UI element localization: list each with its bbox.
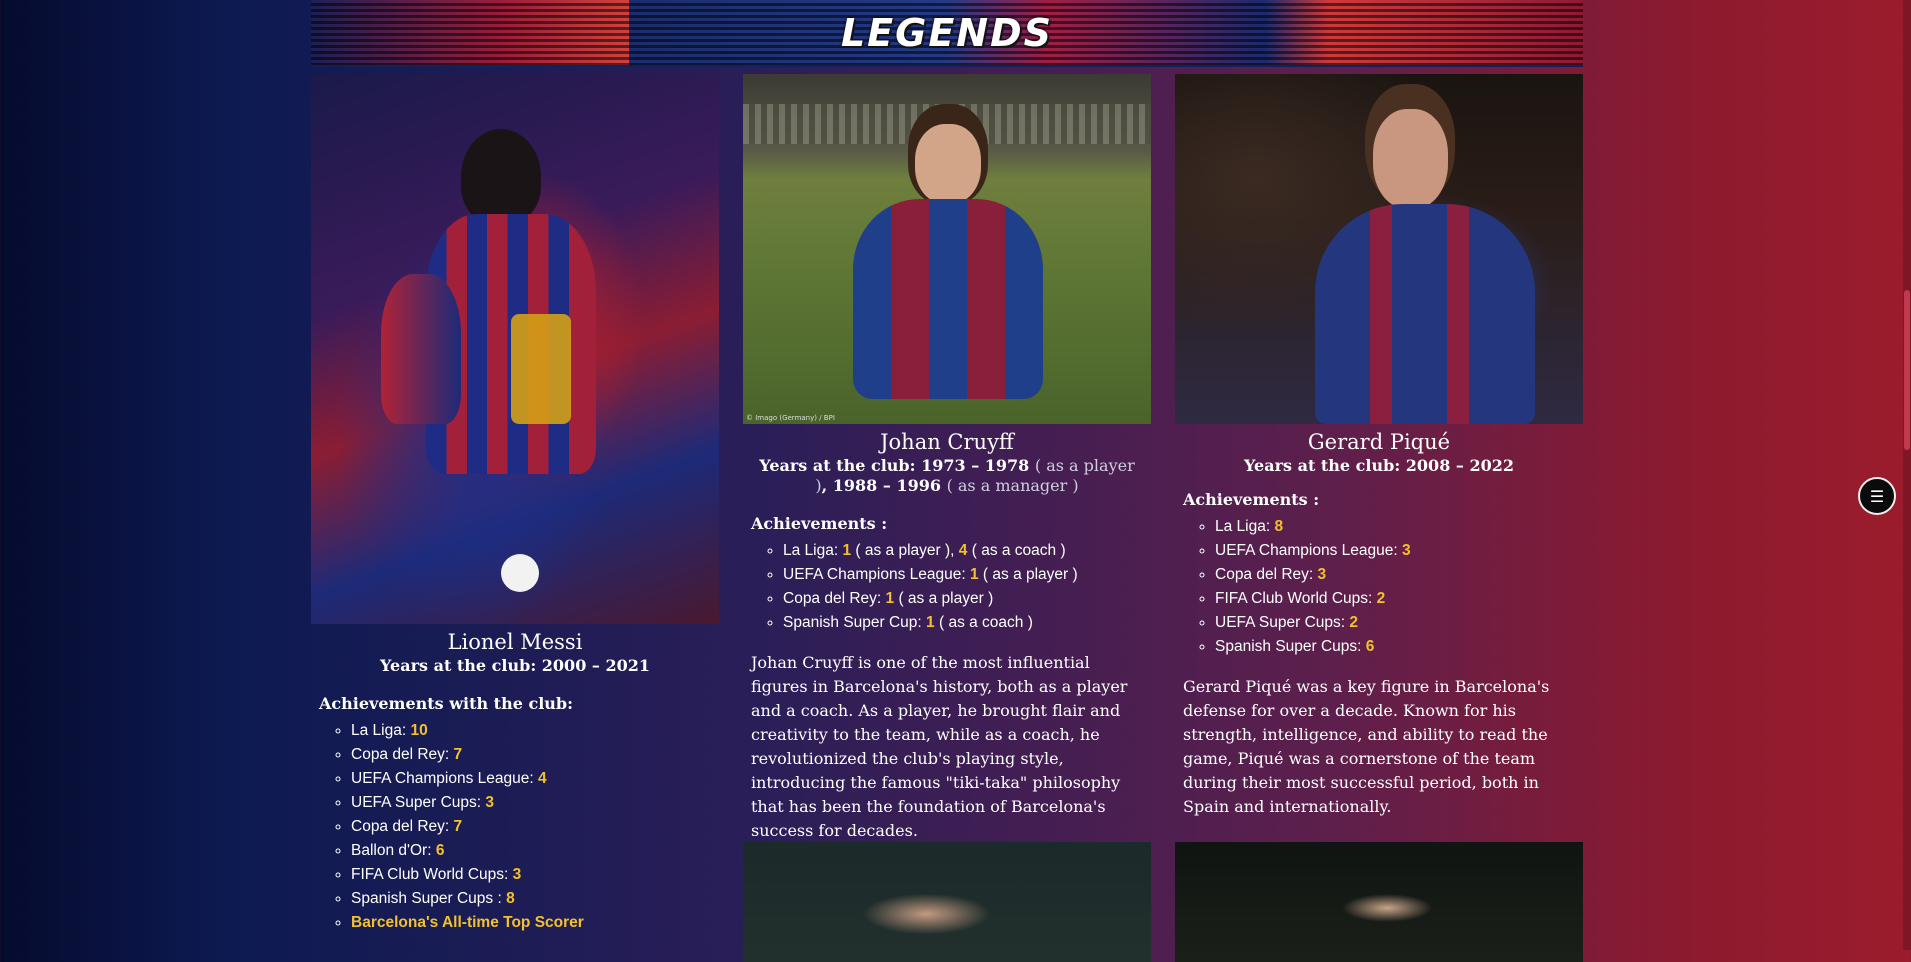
achievement-item: FIFA Club World Cups: 2 xyxy=(1215,587,1583,611)
scrollbar[interactable] xyxy=(1903,0,1911,950)
legend-card-pique: Gerard Piqué Years at the club: 2008 – 2… xyxy=(1175,430,1583,819)
legend-years: Years at the club: 1973 – 1978 ( as a pl… xyxy=(759,456,1135,495)
achievements-list: La Liga: 1 ( as a player ), 4 ( as a coa… xyxy=(743,539,1151,635)
pique-photo xyxy=(1175,74,1583,424)
achievement-item: La Liga: 1 ( as a player ), 4 ( as a coa… xyxy=(783,539,1151,563)
achievement-item: La Liga: 10 xyxy=(351,719,719,743)
achievement-item: Spanish Super Cups : 8 xyxy=(351,887,719,911)
legend-name: Lionel Messi xyxy=(447,630,583,654)
legends-banner: LEGENDS xyxy=(311,0,1583,67)
legend-description: Gerard Piqué was a key figure in Barcelo… xyxy=(1183,677,1550,816)
achievements-title: Achievements : xyxy=(1183,490,1320,509)
legend-name: Gerard Piqué xyxy=(1307,430,1451,454)
achievement-highlight: Barcelona's All-time Top Scorer xyxy=(351,911,719,935)
achievements-list: La Liga: 10 Copa del Rey: 7 UEFA Champio… xyxy=(311,719,719,935)
achievement-item: La Liga: 8 xyxy=(1215,515,1583,539)
legend-years: Years at the club: 2008 – 2022 xyxy=(1243,456,1514,475)
legend-name: Johan Cruyff xyxy=(880,430,1014,454)
legend-years: Years at the club: 2000 – 2021 xyxy=(379,656,650,675)
achievement-item: UEFA Super Cups: 3 xyxy=(351,791,719,815)
achievement-item: Copa del Rey: 7 xyxy=(351,815,719,839)
xavi-photo xyxy=(743,842,1151,962)
legend-card-messi: Lionel Messi Years at the club: 2000 – 2… xyxy=(311,630,719,935)
achievement-item: UEFA Champions League: 3 xyxy=(1215,539,1583,563)
photo-credit: © Imago (Germany) / BPI xyxy=(746,414,835,422)
messi-photo xyxy=(311,74,719,624)
achievement-item: Spanish Super Cup: 1 ( as a coach ) xyxy=(783,611,1151,635)
achievement-item: Copa del Rey: 1 ( as a player ) xyxy=(783,587,1151,611)
menu-list-icon[interactable]: ☰ xyxy=(1858,477,1896,515)
achievement-item: UEFA Champions League: 4 xyxy=(351,767,719,791)
section-title: LEGENDS xyxy=(840,10,1054,55)
achievement-item: Spanish Super Cups: 6 xyxy=(1215,635,1583,659)
achievements-list: La Liga: 8 UEFA Champions League: 3 Copa… xyxy=(1175,515,1583,659)
achievement-item: Copa del Rey: 7 xyxy=(351,743,719,767)
scrollbar-thumb[interactable] xyxy=(1904,290,1910,450)
iniesta-photo xyxy=(1175,842,1583,962)
achievements-title: Achievements with the club: xyxy=(319,694,573,713)
achievement-item: Copa del Rey: 3 xyxy=(1215,563,1583,587)
achievement-item: Ballon d'Or: 6 xyxy=(351,839,719,863)
legend-description: Johan Cruyff is one of the most influent… xyxy=(751,653,1128,840)
achievement-item: UEFA Super Cups: 2 xyxy=(1215,611,1583,635)
legend-card-cruyff: Johan Cruyff Years at the club: 1973 – 1… xyxy=(743,430,1151,843)
achievement-item: UEFA Champions League: 1 ( as a player ) xyxy=(783,563,1151,587)
cruyff-photo: © Imago (Germany) / BPI xyxy=(743,74,1151,424)
achievements-title: Achievements : xyxy=(751,514,888,533)
achievement-item: FIFA Club World Cups: 3 xyxy=(351,863,719,887)
